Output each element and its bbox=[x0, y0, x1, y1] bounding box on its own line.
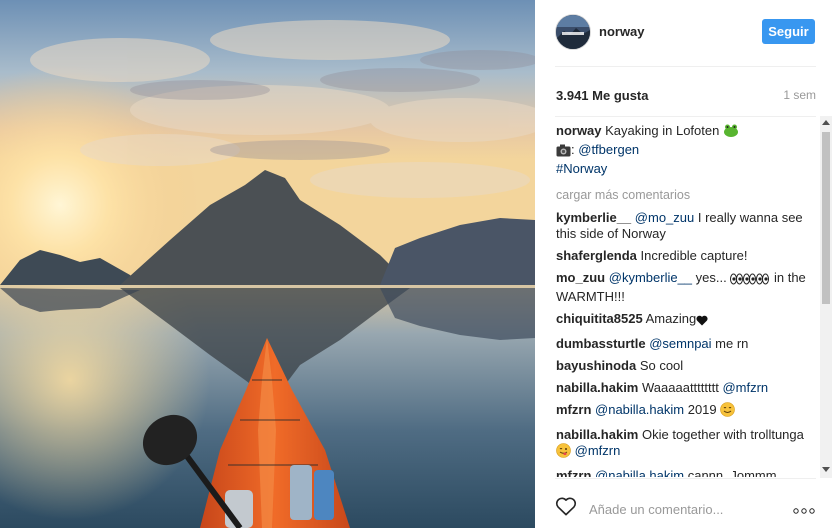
comment-mention[interactable]: @mfzrn bbox=[575, 443, 621, 458]
comment-item: shaferglenda Incredible capture! bbox=[556, 248, 820, 264]
frog-emoji bbox=[723, 122, 739, 142]
caption-camera-prefix: : bbox=[571, 142, 575, 157]
smiling-face-emoji bbox=[720, 402, 736, 421]
comment-mention[interactable]: @nabilla.hakim bbox=[595, 468, 684, 477]
scrollbar-thumb[interactable] bbox=[822, 132, 830, 304]
comment-text: So cool bbox=[639, 358, 684, 373]
caption: norway Kayaking in Lofoten : @tfbergen #… bbox=[556, 122, 820, 177]
divider bbox=[555, 116, 816, 117]
likes-count[interactable]: 3.941 Me gusta bbox=[556, 88, 649, 103]
post-header: norway Seguir bbox=[535, 0, 832, 66]
comment-mention[interactable]: @nabilla.hakim bbox=[595, 402, 684, 417]
comment-text: Waaaaatttttttt bbox=[642, 380, 719, 395]
comment-item: dumbassturtle @semnpai me rn bbox=[556, 336, 820, 352]
scroll-up-arrow-icon[interactable] bbox=[822, 120, 830, 125]
comment-mention[interactable]: @semnpai bbox=[649, 336, 711, 351]
post-photo[interactable] bbox=[0, 0, 535, 528]
eyes-emoji bbox=[730, 273, 770, 289]
comment-text: me rn bbox=[715, 336, 749, 351]
comment-username[interactable]: chiquitita8525 bbox=[556, 311, 643, 326]
comment-username[interactable]: dumbassturtle bbox=[556, 336, 646, 351]
comment-mention[interactable]: @mo_zuu bbox=[635, 210, 694, 225]
comment-text: 2019 bbox=[687, 402, 717, 417]
post-author-username[interactable]: norway bbox=[599, 24, 645, 39]
credit-mention-link[interactable]: @tfbergen bbox=[578, 142, 639, 157]
add-comment-input[interactable] bbox=[587, 496, 781, 522]
comment-item: mfzrn @nabilla.hakim 2019 bbox=[556, 402, 820, 421]
comment-username[interactable]: mo_zuu bbox=[556, 270, 605, 285]
comment-username[interactable]: mfzrn bbox=[556, 468, 591, 477]
comment-text: Incredible capture! bbox=[640, 248, 748, 263]
comment-mention[interactable]: @kymberlie__ bbox=[609, 270, 692, 285]
comment-text: Okie together with trolltunga bbox=[642, 427, 804, 442]
black-heart-emoji bbox=[696, 314, 708, 330]
comment-username[interactable]: shaferglenda bbox=[556, 248, 637, 263]
comment-text: cannn. Jommm bbox=[687, 468, 777, 477]
scroll-down-arrow-icon[interactable] bbox=[822, 467, 830, 472]
caption-username[interactable]: norway bbox=[556, 123, 602, 138]
face-savoring-emoji bbox=[556, 443, 571, 462]
follow-button[interactable]: Seguir bbox=[762, 19, 815, 44]
divider bbox=[555, 66, 816, 67]
comment-username[interactable]: mfzrn bbox=[556, 402, 591, 417]
hashtag-link[interactable]: #Norway bbox=[556, 161, 820, 177]
comment-text: Amazing bbox=[645, 311, 697, 326]
comment-username[interactable]: bayushinoda bbox=[556, 358, 636, 373]
more-options-icon[interactable] bbox=[793, 501, 815, 519]
comment-item: mfzrn @nabilla.hakim cannn. Jommm bbox=[556, 468, 820, 477]
comment-username[interactable]: kymberlie__ bbox=[556, 210, 631, 225]
avatar-image bbox=[556, 15, 590, 49]
comment-mention[interactable]: @mfzrn bbox=[722, 380, 768, 395]
avatar[interactable] bbox=[555, 14, 591, 50]
caption-text: Kayaking in Lofoten bbox=[605, 123, 720, 138]
comment-bar bbox=[535, 488, 832, 528]
comment-item: mo_zuu @kymberlie__ yes... in the WARMTH… bbox=[556, 270, 820, 305]
comment-text: yes... bbox=[695, 270, 727, 285]
camera-emoji bbox=[556, 144, 571, 161]
comment-item: nabilla.hakim Waaaaatttttttt @mfzrn bbox=[556, 380, 820, 396]
comment-username[interactable]: nabilla.hakim bbox=[556, 380, 638, 395]
comment-item: bayushinoda So cool bbox=[556, 358, 820, 374]
comments-scrollbar[interactable] bbox=[820, 116, 832, 478]
comment-item: chiquitita8525 Amazing bbox=[556, 311, 820, 330]
heart-outline-icon[interactable] bbox=[555, 496, 577, 521]
comment-item: nabilla.hakim Okie together with trolltu… bbox=[556, 427, 820, 462]
comments-list: norway Kayaking in Lofoten : @tfbergen #… bbox=[556, 122, 820, 477]
kayak-fjord-image bbox=[0, 0, 535, 528]
comment-username[interactable]: nabilla.hakim bbox=[556, 427, 638, 442]
post-age[interactable]: 1 sem bbox=[783, 88, 816, 102]
post-side-panel: norway Seguir 3.941 Me gusta 1 sem norwa… bbox=[535, 0, 832, 528]
divider bbox=[555, 478, 816, 479]
comment-item: kymberlie__ @mo_zuu I really wanna see t… bbox=[556, 210, 820, 242]
caption-credit-line: : @tfbergen bbox=[556, 142, 820, 161]
load-more-comments-link[interactable]: cargar más comentarios bbox=[556, 187, 820, 203]
